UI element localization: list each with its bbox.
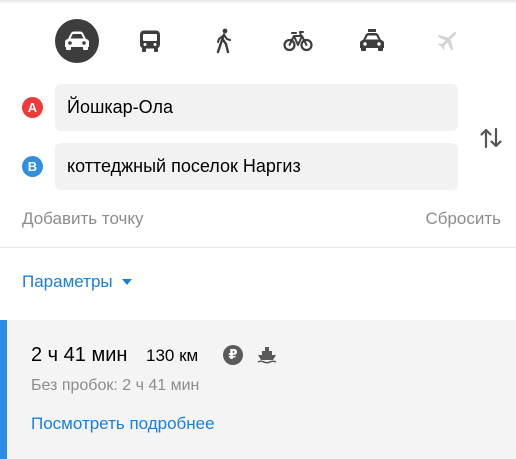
selected-route-indicator [0,320,7,459]
parameters-label: Параметры [22,272,113,291]
point-b-value: коттеджный поселок Наргиз [67,156,301,176]
taxi-mode-button[interactable] [350,19,394,63]
parameters-toggle[interactable]: Параметры [22,272,132,292]
bus-icon [140,30,160,52]
route-duration: 2 ч 41 мин [31,344,128,366]
taxi-icon [360,29,384,51]
pedestrian-icon [216,28,231,54]
reset-button[interactable]: Сбросить [425,209,501,229]
toll-road-icon: ₽ [223,345,243,365]
bicycle-icon [283,31,313,52]
bicycle-mode-button[interactable] [276,19,320,63]
divider [0,247,516,248]
point-a-marker: A [22,97,43,118]
pedestrian-mode-button[interactable] [202,19,246,63]
point-b-marker: B [22,156,43,177]
plane-mode-button[interactable] [425,19,469,63]
add-point-button[interactable]: Добавить точку [22,209,144,229]
route-card[interactable]: 2 ч 41 мин 130 км ₽ Без пробок: 2 ч 41 м… [0,320,516,459]
car-icon [65,31,89,50]
top-shadow [0,0,516,4]
caret-down-icon [121,279,132,285]
ferry-icon [257,347,277,364]
route-no-traffic-time: Без пробок: 2 ч 41 мин [31,377,200,394]
route-distance: 130 км [146,346,199,365]
point-a-value: Йошкар-Ола [67,97,173,117]
route-panel: A Йошкар-Ола B коттеджный поселок Наргиз… [0,0,516,459]
transport-mode-bar [0,19,516,65]
car-mode-button[interactable] [55,19,99,63]
plane-icon [437,32,457,51]
swap-points-button[interactable] [478,125,504,151]
bus-mode-button[interactable] [128,19,172,63]
point-b-input[interactable]: коттеджный поселок Наргиз [55,143,458,190]
swap-arrows-icon [480,127,502,149]
point-a-input[interactable]: Йошкар-Ола [55,84,458,131]
route-details-link[interactable]: Посмотреть подробнее [31,414,215,434]
